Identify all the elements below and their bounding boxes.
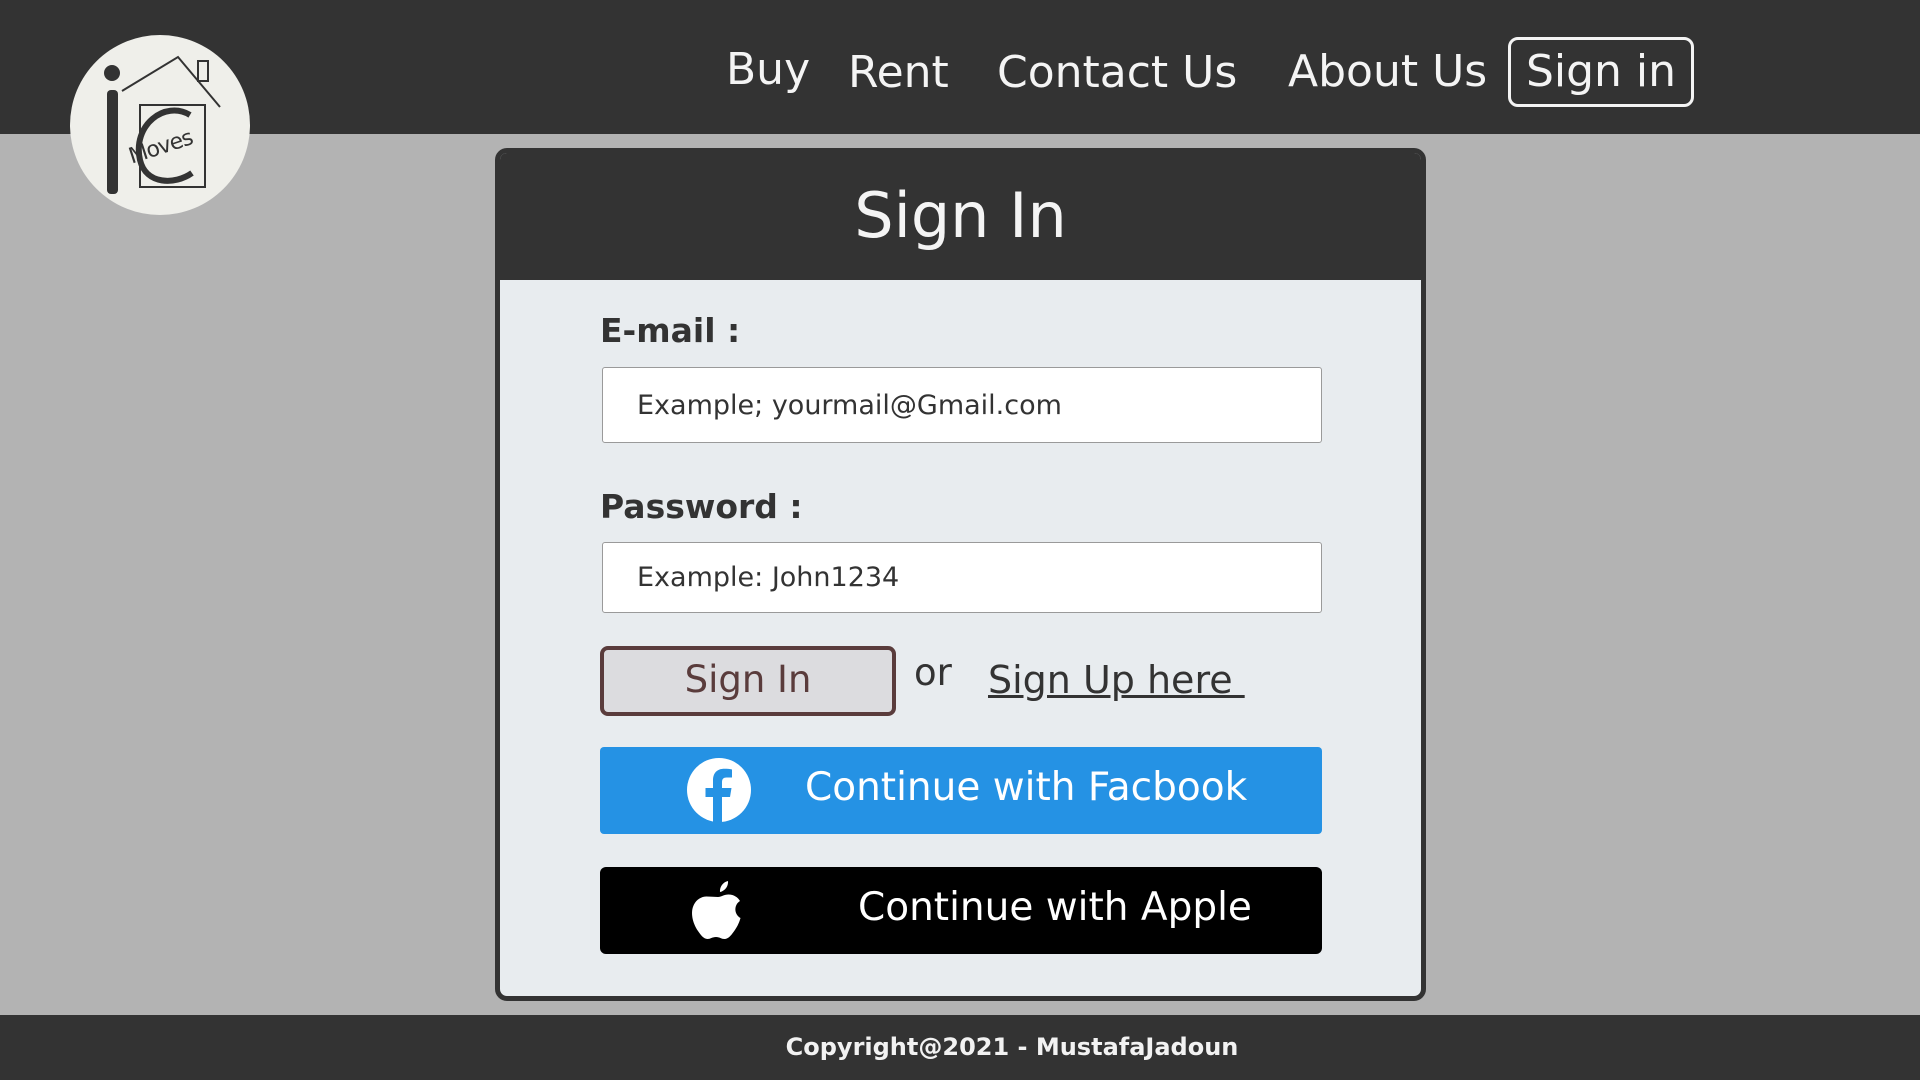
email-label: E-mail : [600, 311, 741, 350]
or-separator: or [914, 651, 952, 694]
house-logo-icon [104, 55, 221, 194]
continue-with-facebook-button[interactable]: Continue with Facbook [600, 747, 1322, 834]
card-title: Sign In [854, 179, 1067, 252]
sign-in-button[interactable]: Sign In [600, 646, 896, 716]
continue-with-apple-button[interactable]: Continue with Apple [600, 867, 1322, 954]
copyright-text: Copyright@2021 - MustafaJadoun [785, 1033, 1239, 1061]
facebook-button-label: Continue with Facbook [805, 765, 1248, 810]
nav-link-buy[interactable]: Buy [726, 44, 810, 96]
email-input[interactable] [602, 367, 1322, 443]
sign-in-card: Sign In E-mail : Password : Sign In or S… [495, 148, 1426, 1001]
nav-link-rent[interactable]: Rent [848, 47, 949, 99]
nav-link-contact-us[interactable]: Contact Us [997, 47, 1237, 99]
sign-up-link[interactable]: Sign Up here [988, 658, 1245, 702]
page-footer: Copyright@2021 - MustafaJadoun [0, 1015, 1920, 1080]
password-input[interactable] [602, 542, 1322, 613]
site-logo[interactable]: Moves [70, 35, 250, 215]
top-navigation-bar: Buy Rent Contact Us About Us Sign in [0, 0, 1920, 134]
apple-button-label: Continue with Apple [858, 885, 1252, 930]
nav-sign-in-button[interactable]: Sign in [1508, 37, 1694, 107]
apple-icon [692, 881, 741, 939]
password-label: Password : [600, 487, 803, 526]
nav-link-about-us[interactable]: About Us [1288, 46, 1487, 98]
card-header: Sign In [500, 153, 1421, 280]
facebook-icon [687, 758, 751, 823]
